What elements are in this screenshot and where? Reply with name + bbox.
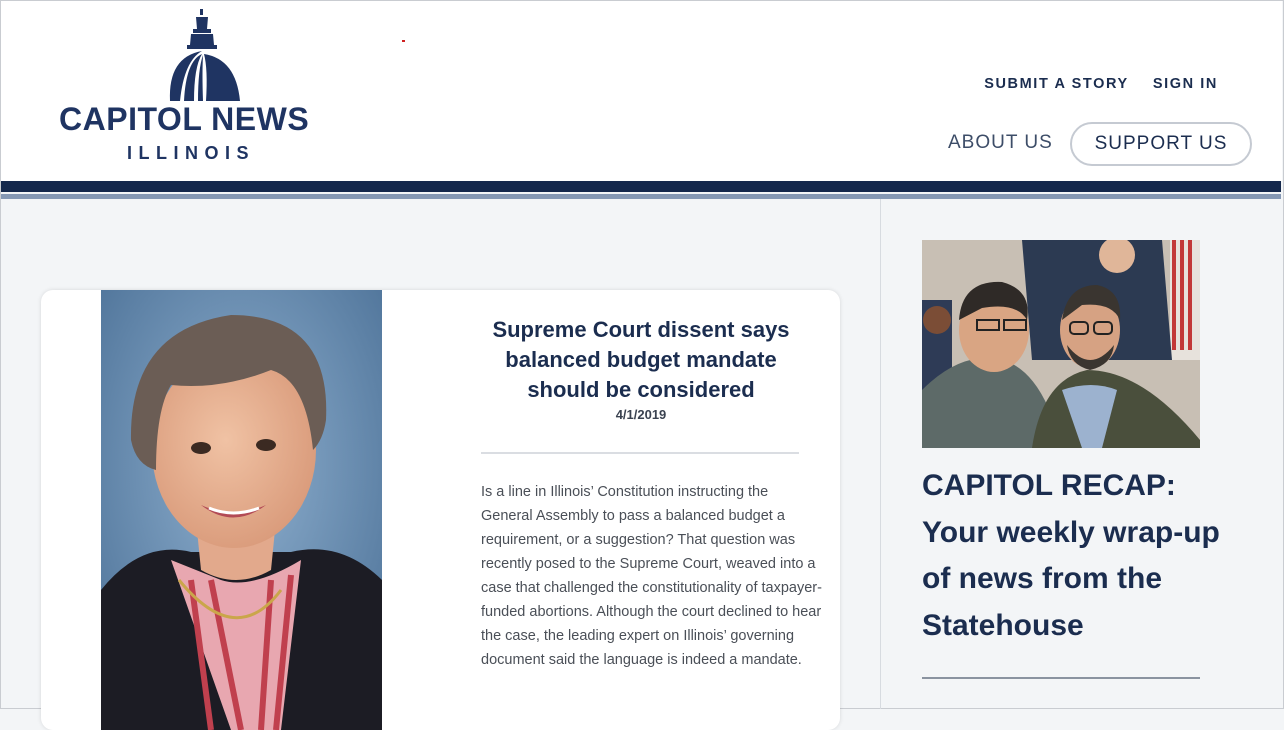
support-us-button[interactable]: SUPPORT US	[1070, 122, 1252, 166]
capitol-dome-icon	[169, 9, 240, 101]
featured-article-card[interactable]: Supreme Court dissent says balanced budg…	[41, 290, 840, 730]
site-logo[interactable]: CAPITOL NEWS ILLINOIS	[59, 9, 349, 169]
article-divider	[481, 452, 799, 454]
article-title[interactable]: Supreme Court dissent says balanced budg…	[481, 315, 801, 405]
about-us-link[interactable]: ABOUT US	[948, 132, 1053, 154]
sign-in-link[interactable]: SIGN IN	[1153, 76, 1218, 92]
logo-wordmark: CAPITOL NEWS	[59, 101, 310, 137]
header-rule-light	[1, 194, 1281, 199]
header-rule-dark	[1, 181, 1281, 192]
article-date: 4/1/2019	[615, 407, 667, 422]
submit-story-link[interactable]: SUBMIT A STORY	[984, 76, 1129, 92]
hearing-photo[interactable]	[922, 240, 1200, 448]
sidebar-feature-title[interactable]: CAPITOL RECAP: Your weekly wrap-up of ne…	[922, 463, 1222, 649]
stray-mark	[402, 40, 405, 42]
site-header: CAPITOL NEWS ILLINOIS SUBMIT A STORY SIG…	[1, 1, 1282, 181]
utility-nav: SUBMIT A STORY SIGN IN	[984, 76, 1218, 92]
column-divider	[880, 199, 881, 709]
logo-subtitle: ILLINOIS	[127, 143, 255, 163]
sidebar-divider	[922, 677, 1200, 679]
article-excerpt: Is a line in Illinois’ Constitution inst…	[481, 484, 822, 668]
portrait-photo	[101, 290, 382, 730]
